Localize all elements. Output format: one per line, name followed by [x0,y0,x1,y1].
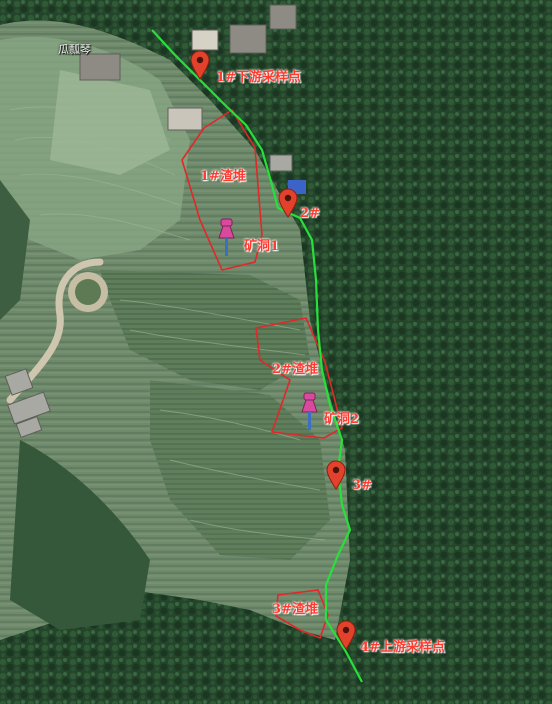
waste-pile-3-label: 3#渣堆 [272,602,318,617]
sampling-point-2-label: 2# [300,206,320,221]
mine-adit-1-pushpin-icon[interactable] [215,218,239,258]
sampling-point-1-label: 1#下游采样点 [216,70,301,85]
mine-adit-2-label: 矿洞2 [324,412,360,427]
sampling-point-4-label: 4#上游采样点 [360,640,445,655]
sampling-point-2-map-pin-icon[interactable] [278,188,298,218]
village-label: 瓜瓢琴 [58,43,91,56]
sampling-point-1-map-pin-icon[interactable] [190,50,210,80]
sampling-point-3-map-pin-icon[interactable] [326,460,346,490]
sampling-point-4-map-pin-icon[interactable] [336,620,356,650]
mine-adit-1-label: 矿洞1 [244,239,280,254]
satellite-map[interactable]: 瓜瓢琴 1#下游采样点 2# 3# 4#上游采样点 1#渣堆 2#渣堆 3#渣堆… [0,0,552,704]
mine-adit-2-pushpin-icon[interactable] [298,392,322,432]
waste-pile-2-label: 2#渣堆 [272,362,318,377]
waste-pile-1-label: 1#渣堆 [200,169,246,184]
sampling-point-3-label: 3# [352,478,372,493]
